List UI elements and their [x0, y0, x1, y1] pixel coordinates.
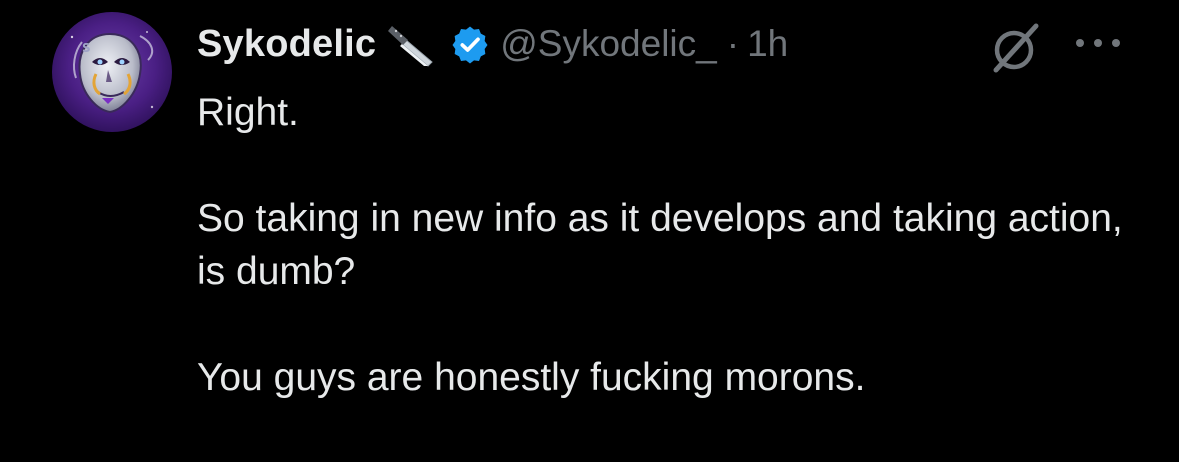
tweet[interactable]: S Sykodelic @Sykodelic_ · 1h Right. So t… — [0, 0, 1179, 462]
tweet-paragraph: So taking in new info as it develops and… — [197, 197, 1123, 293]
more-options-icon[interactable] — [1072, 33, 1124, 53]
avatar-mask-image: S — [52, 12, 172, 132]
tweet-paragraph: Right. — [197, 91, 299, 134]
tweet-header: Sykodelic @Sykodelic_ · 1h — [197, 18, 788, 70]
dot-separator: · — [726, 23, 740, 64]
user-handle[interactable]: @Sykodelic_ — [500, 23, 717, 65]
verified-badge-icon — [450, 24, 490, 64]
tweet-text: Right. So taking in new info as it devel… — [197, 86, 1137, 404]
svg-text:S: S — [82, 41, 91, 55]
kitchen-knife-emoji — [388, 20, 438, 68]
avatar[interactable]: S — [52, 12, 172, 132]
display-name[interactable]: Sykodelic — [197, 23, 376, 66]
timestamp[interactable]: 1h — [747, 23, 788, 65]
grok-icon[interactable] — [986, 20, 1046, 76]
tweet-paragraph: You guys are honestly fucking morons. — [197, 356, 866, 399]
